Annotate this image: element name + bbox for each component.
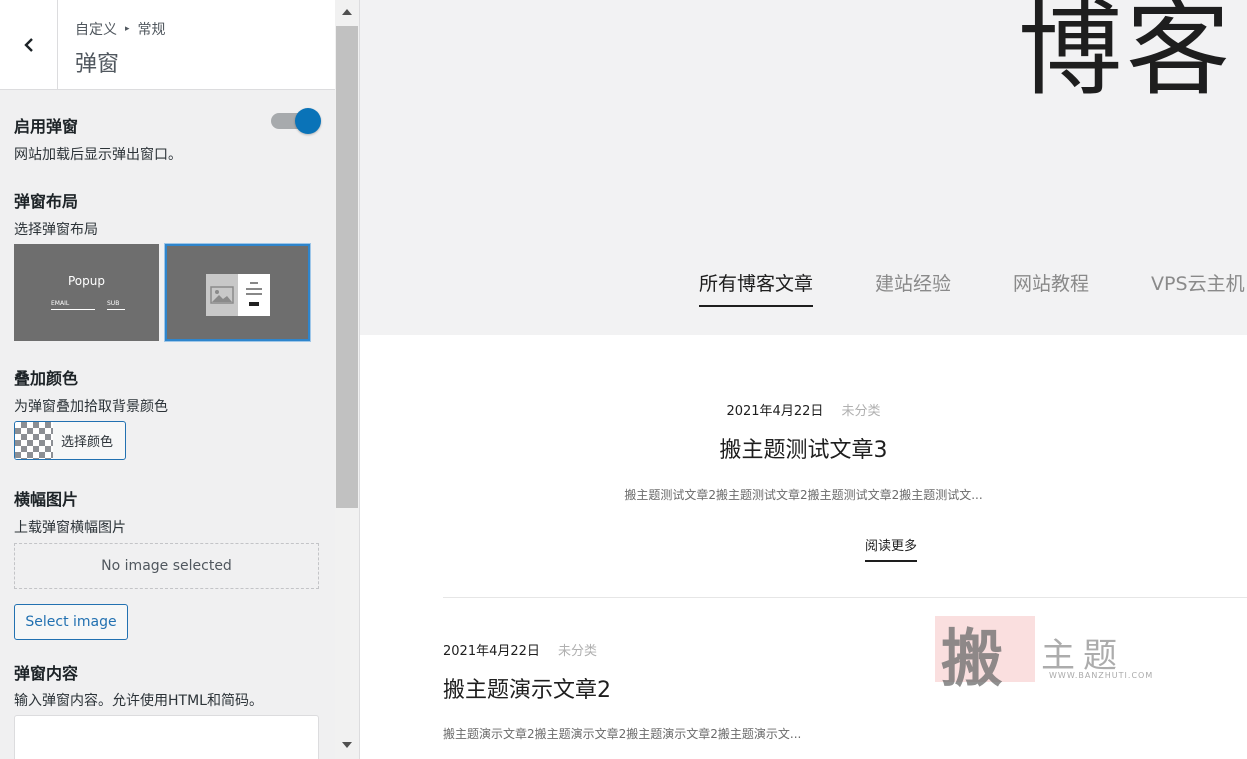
post-meta: 2021年4月22日 未分类 bbox=[360, 400, 1247, 419]
overlay-color-title: 叠加颜色 bbox=[14, 369, 79, 388]
sidebar-scrollbar[interactable] bbox=[335, 0, 359, 759]
watermark-text: 主题 bbox=[1041, 636, 1125, 676]
overlay-color-desc: 为弹窗叠加拾取背景颜色 bbox=[14, 399, 168, 415]
layout-option-1[interactable]: Popup EMAIL SUB bbox=[14, 244, 159, 341]
post-category[interactable]: 未分类 bbox=[842, 404, 881, 419]
watermark-big-char: 搬 bbox=[941, 622, 1004, 695]
enable-popup-title: 启用弹窗 bbox=[14, 117, 79, 136]
post-excerpt: 搬主题测试文章2搬主题测试文章2搬主题测试文章2搬主题测试文... bbox=[624, 488, 983, 502]
select-image-button[interactable]: Select image bbox=[14, 604, 128, 640]
enable-popup-toggle[interactable] bbox=[271, 108, 321, 134]
hero-title: 博客 bbox=[1018, 0, 1235, 110]
post-category[interactable]: 未分类 bbox=[558, 644, 597, 659]
layout-option-1-title: Popup bbox=[68, 274, 105, 288]
no-image-placeholder: No image selected bbox=[14, 543, 319, 589]
layout-image-text-icon bbox=[206, 274, 270, 316]
breadcrumb-separator-icon: ▸ bbox=[125, 24, 130, 34]
back-button[interactable] bbox=[0, 0, 58, 89]
post-meta: 2021年4月22日 未分类 bbox=[443, 640, 597, 659]
tab-site-building[interactable]: 建站经验 bbox=[875, 269, 951, 307]
popup-layout-title: 弹窗布局 bbox=[14, 192, 79, 211]
post-divider bbox=[443, 597, 1247, 598]
banner-image-desc: 上载弹窗横幅图片 bbox=[14, 520, 126, 536]
post-excerpt: 搬主题演示文章2搬主题演示文章2搬主题演示文章2搬主题演示文... bbox=[443, 727, 802, 741]
scroll-thumb[interactable] bbox=[336, 26, 358, 508]
breadcrumb-root: 自定义 bbox=[75, 22, 117, 38]
layout-option-1-email: EMAIL bbox=[51, 300, 95, 310]
tab-all-posts[interactable]: 所有博客文章 bbox=[699, 269, 814, 307]
post-title[interactable]: 搬主题测试文章3 bbox=[360, 432, 1247, 464]
popup-layout-desc: 选择弹窗布局 bbox=[14, 222, 98, 238]
select-color-button[interactable]: 选择颜色 bbox=[14, 421, 126, 460]
banner-image-title: 横幅图片 bbox=[14, 490, 79, 509]
popup-content-desc: 输入弹窗内容。允许使用HTML和简码。 bbox=[14, 693, 263, 709]
post-title[interactable]: 搬主题演示文章2 bbox=[443, 672, 611, 704]
category-tabs: 所有博客文章 建站经验 网站教程 VPS云主机 bbox=[699, 269, 1247, 307]
layout-option-1-sub: SUB bbox=[107, 300, 125, 310]
chevron-left-icon bbox=[23, 37, 33, 52]
select-color-label: 选择颜色 bbox=[61, 435, 114, 450]
scroll-up-icon[interactable] bbox=[342, 9, 352, 15]
post-date[interactable]: 2021年4月22日 bbox=[443, 644, 540, 659]
customizer-sidebar: 自定义 ▸ 常规 弹窗 启用弹窗 网站加载后显示弹出窗口。 弹窗布局 选择弹窗布… bbox=[0, 0, 360, 759]
breadcrumb-parent: 常规 bbox=[137, 22, 166, 38]
layout-option-2[interactable] bbox=[165, 244, 310, 341]
read-more-link[interactable]: 阅读更多 bbox=[865, 535, 918, 562]
watermark-url: WWW.BANZHUTI.COM bbox=[1049, 671, 1154, 680]
toggle-knob bbox=[295, 108, 321, 134]
breadcrumb: 自定义 ▸ 常规 bbox=[75, 19, 166, 39]
tab-tutorials[interactable]: 网站教程 bbox=[1013, 269, 1089, 307]
panel-header: 自定义 ▸ 常规 弹窗 bbox=[0, 0, 335, 90]
tab-vps[interactable]: VPS云主机 bbox=[1151, 269, 1245, 307]
site-preview: 博客 所有博客文章 建站经验 网站教程 VPS云主机 2021年4月22日 未分… bbox=[360, 0, 1247, 759]
popup-content-textarea[interactable] bbox=[14, 715, 319, 759]
watermark-logo: 搬 主题 WWW.BANZHUTI.COM bbox=[935, 614, 1165, 695]
blog-hero: 博客 所有博客文章 建站经验 网站教程 VPS云主机 bbox=[360, 0, 1247, 335]
color-swatch-transparent bbox=[15, 422, 53, 459]
post-date[interactable]: 2021年4月22日 bbox=[726, 404, 823, 419]
panel-title: 弹窗 bbox=[75, 52, 120, 77]
popup-content-title: 弹窗内容 bbox=[14, 664, 79, 683]
scroll-down-icon[interactable] bbox=[342, 742, 352, 748]
enable-popup-desc: 网站加载后显示弹出窗口。 bbox=[14, 147, 182, 163]
